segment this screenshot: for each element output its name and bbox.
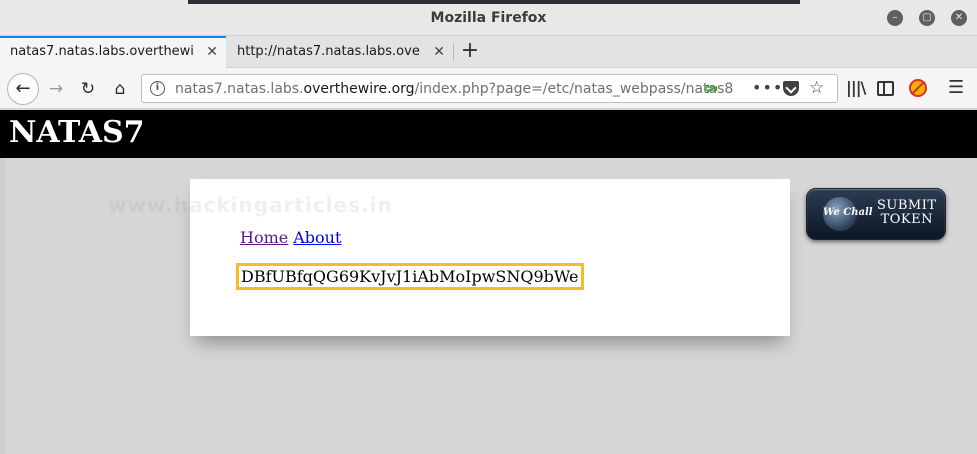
url-domain: overthewire.org	[303, 81, 415, 97]
page-menu: Home About	[240, 228, 341, 247]
tab-close-icon[interactable]: ✕	[206, 38, 218, 66]
minimize-icon[interactable]: –	[887, 10, 903, 26]
url-path: /index.php?page=/etc/natas_webpass/natas…	[414, 81, 734, 97]
page-title: NATAS7	[9, 115, 145, 150]
home-link[interactable]: Home	[240, 228, 288, 247]
navigation-bar: ← → ↻ ⌂ i natas7.natas.labs.overthewire.…	[0, 68, 977, 109]
page-actions-more-icon[interactable]: •••	[752, 78, 783, 97]
bookmark-star-icon[interactable]: ☆	[809, 78, 824, 98]
page-header: NATAS7	[0, 110, 977, 158]
green-arrow-icon: ⇦	[704, 79, 719, 99]
tab-label: natas7.natas.labs.overthewi	[10, 44, 194, 59]
tab-label: http://natas7.natas.labs.ove	[237, 44, 420, 59]
window-title: Mozilla Firefox	[430, 10, 547, 26]
page-left-edge	[0, 158, 5, 454]
sidebar-icon[interactable]	[877, 81, 894, 96]
browser-window: Mozilla Firefox – ▢ ✕ natas7.natas.labs.…	[0, 0, 977, 454]
forward-arrow-icon[interactable]: →	[42, 75, 70, 103]
submit-label-line2: TOKEN	[880, 212, 933, 227]
back-arrow-icon[interactable]: ←	[7, 73, 39, 105]
pocket-icon[interactable]	[783, 81, 799, 96]
submit-token-button[interactable]: We Chall SUBMIT TOKEN	[806, 188, 946, 240]
tab-natas7-second[interactable]: http://natas7.natas.labs.ove ✕	[227, 36, 453, 68]
title-bar: Mozilla Firefox – ▢ ✕	[0, 0, 977, 36]
maximize-icon[interactable]: ▢	[919, 10, 935, 26]
close-window-icon[interactable]: ✕	[951, 10, 967, 26]
noscript-icon[interactable]	[909, 79, 927, 97]
background-strip	[188, 0, 800, 4]
url-text[interactable]: natas7.natas.labs.overthewire.org/index.…	[175, 81, 733, 97]
home-icon[interactable]: ⌂	[106, 75, 134, 103]
watermark: www.hackingarticles.in	[108, 193, 393, 217]
url-subdomain: natas7.natas.labs.	[175, 81, 304, 97]
web-page: NATAS7 Home About DBfUBfqQG69KvJvJ1iAbMoI…	[0, 110, 977, 454]
password-text: DBfUBfqQG69KvJvJ1iAbMoIpwSNQ9bWe	[236, 263, 584, 290]
submit-token-label: SUBMIT TOKEN	[877, 199, 937, 227]
tab-bar: natas7.natas.labs.overthewi ✕ http://nat…	[0, 36, 977, 68]
tab-natas7-active[interactable]: natas7.natas.labs.overthewi ✕	[0, 36, 226, 68]
tab-separator	[453, 43, 454, 61]
library-icon[interactable]: |||\	[846, 78, 866, 98]
address-bar[interactable]: i natas7.natas.labs.overthewire.org/inde…	[141, 74, 838, 103]
new-tab-plus-icon[interactable]: +	[458, 38, 482, 66]
reload-icon[interactable]: ↻	[74, 75, 102, 103]
submit-label-line1: SUBMIT	[877, 198, 937, 213]
tab-close-icon[interactable]: ✕	[433, 36, 445, 68]
wechall-logo: We Chall	[823, 207, 873, 218]
about-link[interactable]: About	[293, 228, 341, 247]
site-info-icon[interactable]: i	[150, 81, 165, 96]
hamburger-menu-icon[interactable]: ☰	[948, 78, 964, 98]
